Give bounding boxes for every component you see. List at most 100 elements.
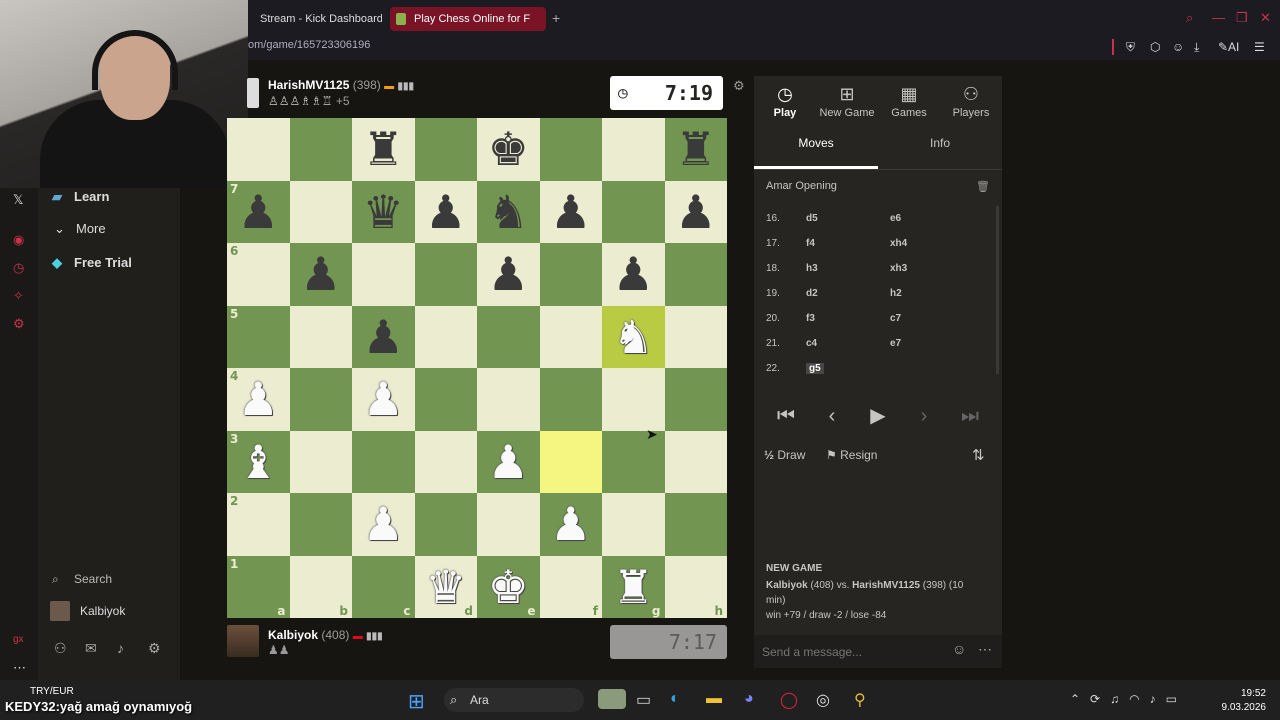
mail-icon[interactable]: ✉ bbox=[85, 640, 97, 657]
black-move[interactable]: e7 bbox=[890, 338, 901, 349]
board-square-e1[interactable]: ♚ e bbox=[477, 555, 540, 618]
sidebar-search[interactable]: ⌕ Search bbox=[52, 572, 112, 587]
bell-icon[interactable]: ♪ bbox=[117, 640, 124, 656]
edge-icon[interactable]: ◐ bbox=[670, 690, 680, 708]
board-square-c8[interactable]: ♜ bbox=[352, 118, 415, 181]
board-square-a3[interactable]: ♝ 3 bbox=[227, 430, 290, 493]
sidebar-item-learn[interactable]: ▰ Learn bbox=[52, 189, 109, 205]
board-square-b2[interactable] bbox=[289, 493, 352, 556]
black-move[interactable]: h2 bbox=[890, 288, 902, 299]
new-tab-icon[interactable]: + bbox=[552, 10, 560, 26]
board-square-b1[interactable]: b bbox=[289, 555, 352, 618]
board-square-d4[interactable] bbox=[414, 368, 477, 431]
chess-piece-wp-icon[interactable]: ♟ bbox=[363, 376, 404, 422]
avatar[interactable] bbox=[50, 601, 70, 621]
delete-icon[interactable]: 🗑 bbox=[976, 180, 990, 193]
board-square-h7[interactable]: ♟ bbox=[664, 180, 727, 243]
board-square-c5[interactable]: ♟ bbox=[352, 305, 415, 368]
board-square-d6[interactable] bbox=[414, 243, 477, 306]
chess-piece-br-icon[interactable]: ♜ bbox=[675, 126, 716, 172]
chess-piece-bp-icon[interactable]: ♟ bbox=[425, 189, 466, 235]
chess-piece-bp-icon[interactable]: ♟ bbox=[550, 189, 591, 235]
board-square-f4[interactable] bbox=[539, 368, 602, 431]
board-square-d3[interactable] bbox=[414, 430, 477, 493]
chess-piece-wq-icon[interactable]: ♛ bbox=[425, 564, 466, 610]
tab-games[interactable]: ▦ Games bbox=[878, 84, 940, 119]
sidebar-user-name[interactable]: Kalbiyok bbox=[80, 604, 125, 618]
board-square-h5[interactable] bbox=[664, 305, 727, 368]
board-square-e5[interactable] bbox=[477, 305, 540, 368]
board-square-h2[interactable] bbox=[664, 493, 727, 556]
board-square-f8[interactable] bbox=[539, 118, 602, 181]
board-square-d7[interactable]: ♟ bbox=[414, 180, 477, 243]
chess-board[interactable]: ♜ ♚ ♜ ♟ 7 ♛ ♟ ♞ ♟ ♟ 6 ♟ ♟ ♟ 5 ♟ ♞ ♟ 4 ♟ ♝ 3 ♟ 2 ♟ ♟ 1 a b c ♛ d ♚ e f ♜ g h bbox=[227, 118, 727, 618]
extensions-icon[interactable]: ⬡ bbox=[1150, 40, 1160, 54]
black-move[interactable]: xh4 bbox=[890, 238, 907, 249]
board-settings-icon[interactable]: ⚙ bbox=[733, 78, 745, 94]
discord-icon[interactable]: ◕ bbox=[744, 690, 754, 708]
shield-icon[interactable]: ⛨ bbox=[1126, 40, 1135, 55]
more-icon[interactable]: ⋯ bbox=[13, 660, 26, 676]
url-field[interactable]: om/game/165723306196 bbox=[248, 39, 370, 51]
chess-piece-bk-icon[interactable]: ♚ bbox=[488, 126, 529, 172]
board-square-d1[interactable]: ♛ d bbox=[414, 555, 477, 618]
chess-piece-wp-icon[interactable]: ♟ bbox=[488, 439, 529, 485]
white-move[interactable]: d5 bbox=[806, 213, 818, 224]
board-square-a7[interactable]: ♟ 7 bbox=[227, 180, 290, 243]
board-square-d8[interactable] bbox=[414, 118, 477, 181]
board-square-a8[interactable] bbox=[227, 118, 290, 181]
board-square-f6[interactable] bbox=[539, 243, 602, 306]
black-move[interactable]: e6 bbox=[890, 213, 901, 224]
board-square-a1[interactable]: 1a bbox=[227, 555, 290, 618]
tab-chess[interactable]: Play Chess Online for F bbox=[390, 7, 546, 31]
last-move-button[interactable]: ⏭ bbox=[952, 398, 988, 434]
resign-button[interactable]: ⚑ Resign bbox=[826, 448, 877, 462]
taskbar-search[interactable]: ⌕ Ara bbox=[444, 688, 584, 712]
board-square-e7[interactable]: ♞ bbox=[477, 180, 540, 243]
board-square-f1[interactable]: f bbox=[539, 555, 602, 618]
board-square-g7[interactable] bbox=[602, 180, 665, 243]
board-square-e8[interactable]: ♚ bbox=[477, 118, 540, 181]
chess-piece-bp-icon[interactable]: ♟ bbox=[238, 189, 279, 235]
clock-icon[interactable]: ◷ bbox=[13, 260, 24, 276]
board-square-e4[interactable] bbox=[477, 368, 540, 431]
tab-play[interactable]: ◷ Play bbox=[754, 84, 816, 119]
chess-piece-wp-icon[interactable]: ♟ bbox=[238, 376, 279, 422]
search-icon[interactable]: ⌕ bbox=[1186, 10, 1193, 26]
minimize-icon[interactable]: — bbox=[1212, 10, 1225, 25]
board-square-b5[interactable] bbox=[289, 305, 352, 368]
menu-icon[interactable]: ☰ bbox=[1254, 40, 1265, 54]
board-square-g6[interactable]: ♟ bbox=[602, 243, 665, 306]
subtab-moves[interactable]: Moves bbox=[754, 136, 878, 150]
chess-piece-bp-icon[interactable]: ♟ bbox=[300, 251, 341, 297]
flip-board-icon[interactable]: ⇅ bbox=[972, 446, 985, 464]
board-square-f2[interactable]: ♟ bbox=[539, 493, 602, 556]
board-square-a2[interactable]: 2 bbox=[227, 493, 290, 556]
tab-new-game[interactable]: ⊞ New Game bbox=[816, 84, 878, 119]
settings-gear-icon[interactable]: ⚙ bbox=[148, 640, 161, 657]
sidebar-item-more[interactable]: ⌄ More bbox=[54, 221, 106, 237]
next-move-button[interactable]: › bbox=[906, 398, 942, 434]
tab-kick-dashboard[interactable]: Stream - Kick Dashboard bbox=[252, 7, 382, 31]
close-icon[interactable]: ✕ bbox=[1260, 10, 1271, 26]
chess-piece-wr-icon[interactable]: ♜ bbox=[613, 564, 654, 610]
file-explorer-icon[interactable]: ▬ bbox=[706, 690, 722, 708]
board-square-a4[interactable]: ♟ 4 bbox=[227, 368, 290, 431]
tab-players[interactable]: ⚇ Players bbox=[940, 84, 1002, 119]
chess-piece-br-icon[interactable]: ♜ bbox=[363, 126, 404, 172]
gx-icon[interactable]: gx bbox=[13, 634, 24, 645]
board-square-e3[interactable]: ♟ bbox=[477, 430, 540, 493]
bottom-player-name[interactable]: Kalbiyok (408) ▬ ▮▮▮ bbox=[268, 628, 383, 642]
chess-piece-bp-icon[interactable]: ♟ bbox=[613, 251, 654, 297]
board-square-a5[interactable]: 5 bbox=[227, 305, 290, 368]
chess-piece-wp-icon[interactable]: ♟ bbox=[363, 501, 404, 547]
board-square-g4[interactable] bbox=[602, 368, 665, 431]
chess-piece-wn-icon[interactable]: ♞ bbox=[613, 314, 654, 360]
white-move[interactable]: g5 bbox=[806, 363, 824, 374]
board-square-g5[interactable]: ♞ bbox=[602, 305, 665, 368]
widget-image[interactable] bbox=[598, 689, 626, 709]
board-square-c4[interactable]: ♟ bbox=[352, 368, 415, 431]
settings-icon[interactable]: ⚙ bbox=[13, 316, 25, 332]
board-square-e2[interactable] bbox=[477, 493, 540, 556]
board-square-c2[interactable]: ♟ bbox=[352, 493, 415, 556]
